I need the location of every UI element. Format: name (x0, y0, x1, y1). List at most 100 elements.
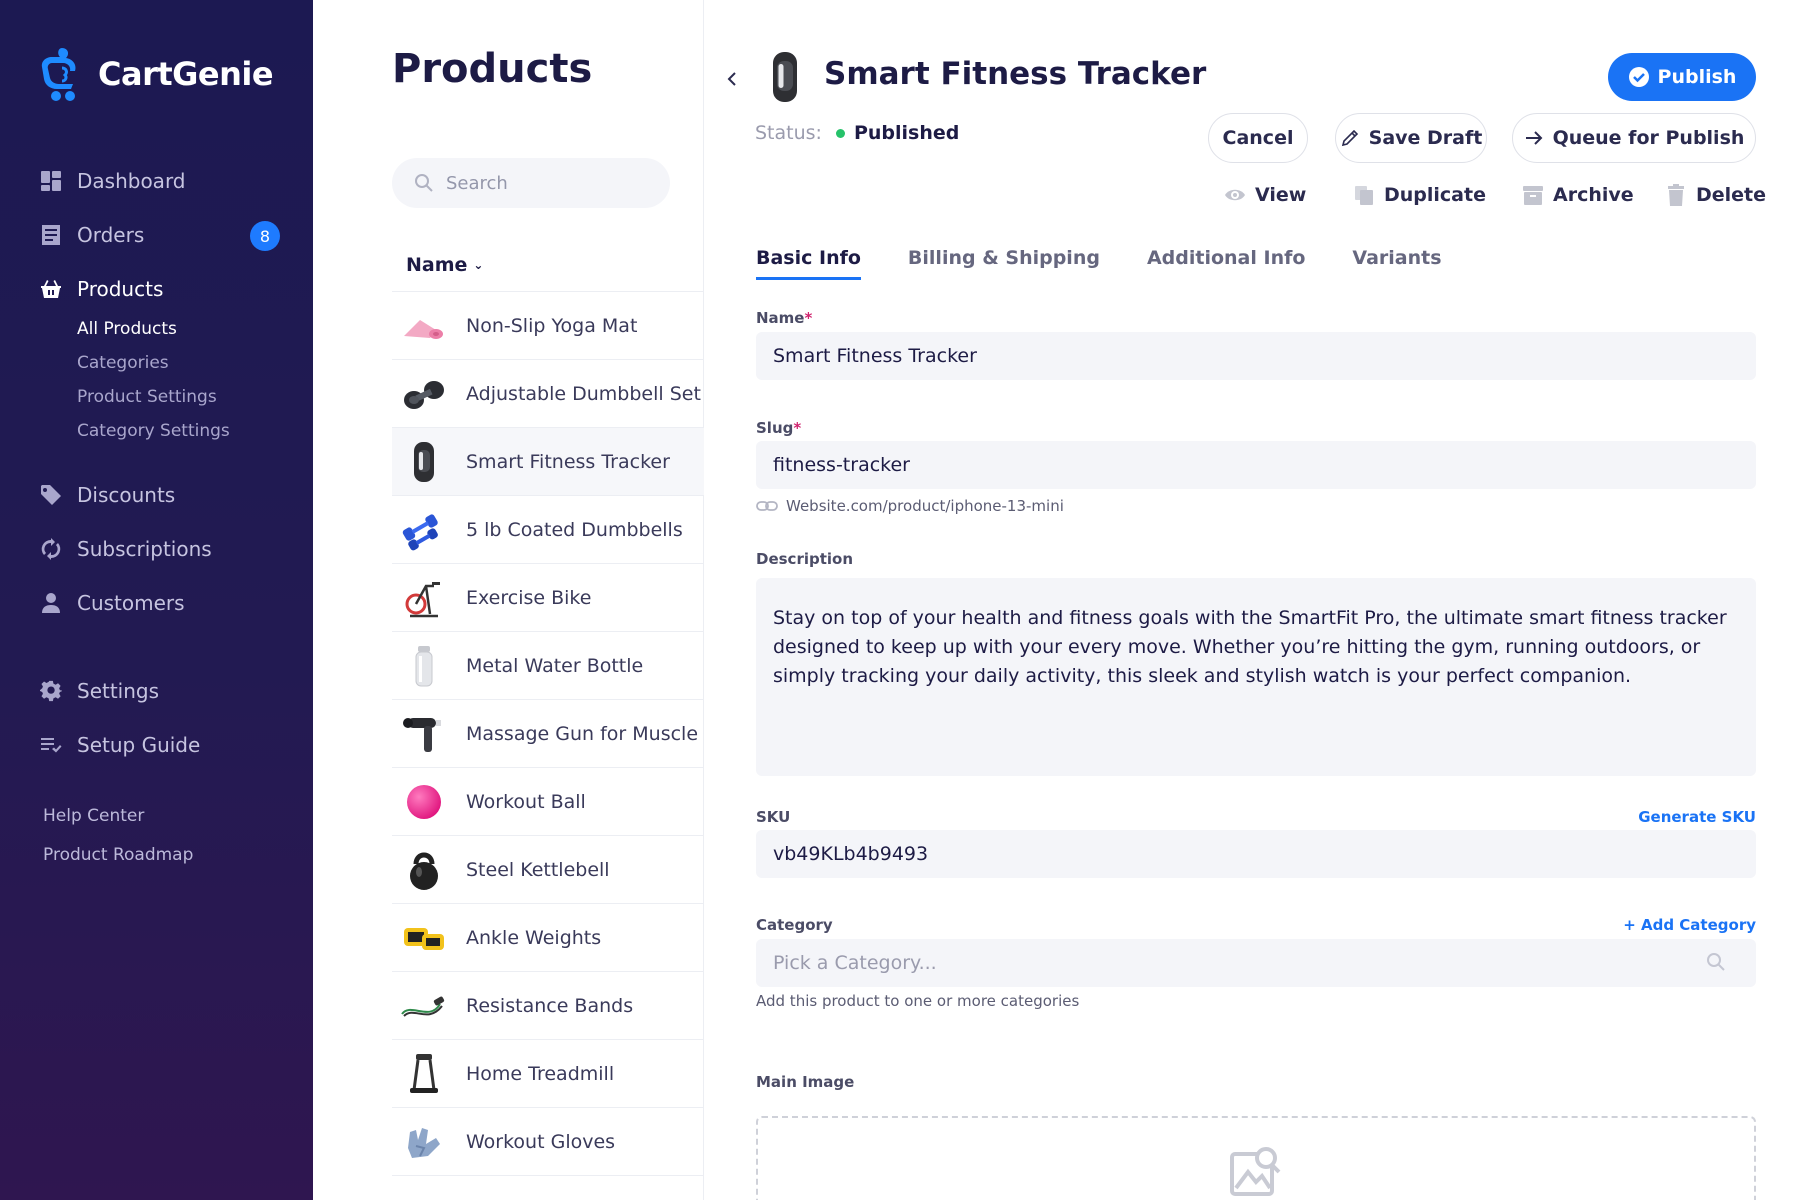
product-name: Massage Gun for Muscle (466, 722, 699, 745)
category-label: Category (756, 916, 833, 934)
sidebar-item-label: Setup Guide (77, 733, 201, 757)
slug-field[interactable]: fitness-tracker (756, 441, 1756, 489)
page-title: Products (392, 46, 593, 92)
search-box[interactable] (392, 158, 670, 208)
orders-count-badge: 8 (250, 221, 280, 251)
list-item[interactable]: Smart Fitness Tracker (392, 428, 704, 496)
subnav-item-all-products[interactable]: All Products (77, 312, 280, 346)
name-label-text: Name (756, 309, 805, 327)
list-item[interactable]: Massage Gun for Muscle (392, 700, 704, 768)
user-icon (40, 592, 62, 614)
slug-label-text: Slug (756, 419, 794, 437)
main-nav: Dashboard Orders 8 Products All Products… (40, 154, 280, 772)
checklist-icon (40, 734, 62, 756)
delete-link[interactable]: Delete (1665, 180, 1766, 210)
product-name: Workout Ball (466, 790, 586, 813)
category-select[interactable]: Pick a Category... (756, 939, 1756, 987)
ankle-weights-icon (392, 908, 456, 968)
delete-label: Delete (1696, 184, 1767, 206)
chevron-left-icon (727, 72, 736, 86)
resistance-bands-icon (392, 976, 456, 1036)
massage-gun-icon (392, 704, 456, 764)
fitness-tracker-icon (392, 432, 456, 492)
sku-label: SKU (756, 808, 791, 826)
description-field[interactable]: Stay on top of your health and fitness g… (756, 578, 1756, 776)
add-category-button[interactable]: + Add Category (1623, 916, 1756, 934)
list-item[interactable]: Resistance Bands (392, 972, 704, 1040)
product-name: Metal Water Bottle (466, 654, 644, 677)
list-item[interactable]: Steel Kettlebell (392, 836, 704, 904)
dumbbell-set-icon (392, 364, 456, 424)
list-item[interactable]: Non-Slip Yoga Mat (392, 292, 704, 360)
tab-billing-shipping[interactable]: Billing & Shipping (908, 247, 1100, 280)
sidebar-item-setup-guide[interactable]: Setup Guide (40, 718, 280, 772)
slug-url-preview: Website.com/product/iphone-13-mini (756, 497, 1064, 515)
tab-variants[interactable]: Variants (1352, 247, 1441, 280)
back-button[interactable] (720, 64, 744, 94)
yoga-mat-icon (392, 296, 456, 356)
sku-field[interactable]: vb49KLb4b9493 (756, 830, 1756, 878)
list-item[interactable]: Adjustable Dumbbell Set (392, 360, 704, 428)
list-item[interactable]: Ankle Weights (392, 904, 704, 972)
search-input[interactable] (446, 172, 646, 194)
tab-additional-info[interactable]: Additional Info (1147, 247, 1305, 280)
sidebar-item-label: Products (77, 277, 164, 301)
sidebar-item-settings[interactable]: Settings (40, 664, 280, 718)
gear-icon (40, 680, 62, 702)
sort-by-name[interactable]: Name ⌄ (392, 238, 704, 292)
status-badge: Published (853, 122, 960, 144)
link-icon (756, 501, 778, 511)
sidebar-item-products[interactable]: Products (40, 262, 280, 316)
product-name: Exercise Bike (466, 586, 592, 609)
water-bottle-icon (392, 636, 456, 696)
product-name: Steel Kettlebell (466, 858, 610, 881)
help-center-link[interactable]: Help Center (43, 796, 193, 835)
dashboard-icon (40, 170, 62, 192)
main-image-dropzone[interactable] (756, 1116, 1756, 1200)
archive-link[interactable]: Archive (1522, 180, 1634, 210)
save-draft-button[interactable]: Save Draft (1335, 113, 1487, 163)
product-roadmap-link[interactable]: Product Roadmap (43, 835, 193, 874)
list-item[interactable]: Workout Gloves (392, 1108, 704, 1176)
product-name: Workout Gloves (466, 1130, 616, 1153)
sidebar-item-label: Subscriptions (77, 537, 212, 561)
category-placeholder: Pick a Category... (773, 952, 937, 974)
product-name: Resistance Bands (466, 994, 634, 1017)
sidebar-item-label: Settings (77, 679, 160, 703)
sidebar-item-subscriptions[interactable]: Subscriptions (40, 522, 280, 576)
queue-for-publish-button[interactable]: Queue for Publish (1512, 113, 1756, 163)
view-link[interactable]: View (1224, 180, 1306, 210)
sidebar-item-orders[interactable]: Orders 8 (40, 208, 280, 262)
sidebar-footer: Help Center Product Roadmap (43, 796, 193, 874)
product-name: Home Treadmill (466, 1062, 615, 1085)
sidebar-item-customers[interactable]: Customers (40, 576, 280, 630)
main-image-label: Main Image (756, 1073, 855, 1091)
name-field[interactable]: Smart Fitness Tracker (756, 332, 1756, 380)
list-item[interactable]: Workout Ball (392, 768, 704, 836)
sidebar-item-label: Customers (77, 591, 185, 615)
cancel-button[interactable]: Cancel (1208, 113, 1308, 163)
brand[interactable]: CartGenie (40, 44, 274, 104)
list-item[interactable]: Home Treadmill (392, 1040, 704, 1108)
sidebar-item-dashboard[interactable]: Dashboard (40, 154, 280, 208)
list-item[interactable]: Exercise Bike (392, 564, 704, 632)
workout-ball-icon (392, 772, 456, 832)
list-item[interactable]: Metal Water Bottle (392, 632, 704, 700)
generate-sku-button[interactable]: Generate SKU (1638, 808, 1756, 826)
subnav-item-product-settings[interactable]: Product Settings (77, 380, 280, 414)
product-name: Non-Slip Yoga Mat (466, 314, 638, 337)
search-icon (415, 174, 433, 192)
duplicate-link[interactable]: Duplicate (1353, 180, 1486, 210)
list-item[interactable]: 5 lb Coated Dumbbells (392, 496, 704, 564)
subnav-item-category-settings[interactable]: Category Settings (77, 414, 280, 448)
tab-basic-info[interactable]: Basic Info (756, 247, 861, 280)
publish-button[interactable]: Publish (1608, 53, 1756, 101)
required-marker: * (793, 419, 802, 437)
sidebar-item-discounts[interactable]: Discounts (40, 468, 280, 522)
name-label: Name* (756, 309, 812, 327)
duplicate-icon (1355, 186, 1373, 205)
exercise-bike-icon (392, 568, 456, 628)
product-list-panel: Products Name ⌄ Non-Slip Yoga Mat Adjust… (313, 0, 704, 1200)
queue-label: Queue for Publish (1552, 127, 1745, 149)
subnav-item-categories[interactable]: Categories (77, 346, 280, 380)
